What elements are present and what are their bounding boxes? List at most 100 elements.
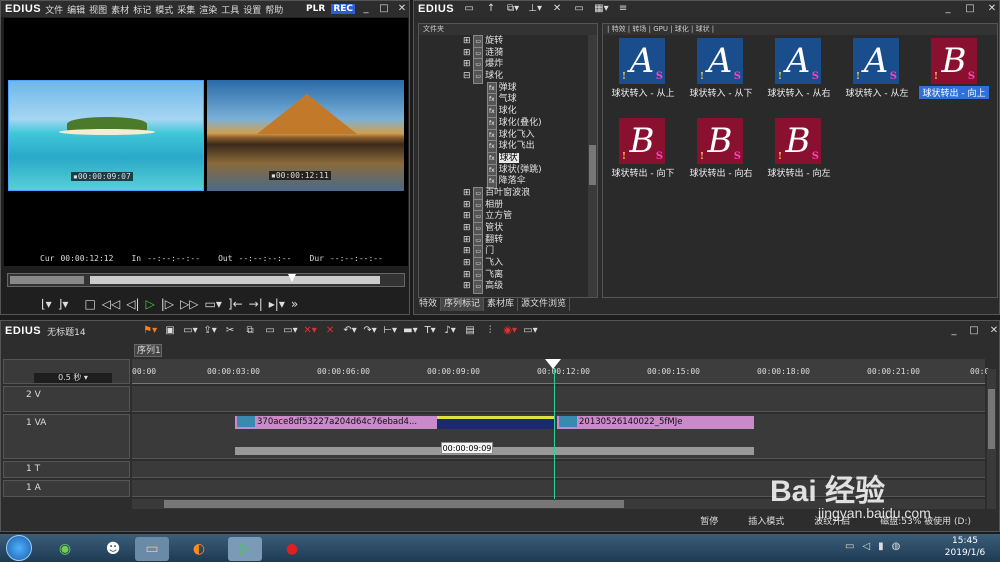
menu-help[interactable]: 帮助: [265, 3, 283, 16]
marker-icon[interactable]: ▬▾: [403, 325, 417, 337]
playhead-marker[interactable]: [288, 274, 296, 282]
save-icon[interactable]: ▣: [163, 325, 177, 337]
effect-label[interactable]: 球状转出 - 向下: [603, 166, 683, 179]
effect-thumb[interactable]: B! S: [619, 118, 665, 164]
scrub-bar[interactable]: [7, 273, 405, 287]
menu-mode[interactable]: 模式: [155, 3, 173, 16]
layout-icon[interactable]: ▭▾: [523, 325, 537, 337]
edius-taskbar-icon[interactable]: ▷: [228, 537, 262, 561]
track-2v[interactable]: [132, 386, 985, 412]
firefox-icon[interactable]: ◐: [182, 537, 216, 561]
rewind-icon[interactable]: ◁◁: [102, 297, 120, 311]
effect-label[interactable]: 球状转入 - 从左: [837, 86, 917, 99]
ruler[interactable]: 00:00 00:00:03:00 00:00:06:00 00:00:09:0…: [132, 359, 989, 384]
mixer-icon[interactable]: ▤: [463, 325, 477, 337]
menu-file[interactable]: 文件: [45, 3, 63, 16]
track-header-2v[interactable]: 2 V: [3, 386, 130, 412]
menu-edit[interactable]: 编辑: [67, 3, 85, 16]
tree-item[interactable]: fx 球化飞入: [463, 128, 597, 143]
effect-thumb[interactable]: B! S: [775, 118, 821, 164]
tab-effects[interactable]: 特效: [416, 298, 442, 311]
levels-icon[interactable]: ⫶: [483, 325, 497, 337]
render-icon[interactable]: ◉▾: [503, 325, 517, 337]
recorder-icon[interactable]: ●: [275, 537, 309, 561]
snap-icon[interactable]: ⊢▾: [383, 325, 397, 337]
qq-icon[interactable]: ☻: [96, 537, 130, 561]
plr-button[interactable]: PLR: [304, 4, 327, 14]
delete-clip-icon[interactable]: ✕▾: [303, 325, 317, 337]
clip-b[interactable]: 20130526140022_5fMJe: [557, 416, 754, 429]
tree-item[interactable]: ⊞ ▭ 旋转: [463, 35, 597, 49]
loop-icon[interactable]: ▭▾: [205, 297, 222, 311]
tree-item[interactable]: fx 球状(弹跳): [463, 163, 597, 178]
undo-icon[interactable]: ↶▾: [343, 325, 357, 337]
step-forward-icon[interactable]: |▷: [161, 297, 174, 311]
effect-thumb[interactable]: A! S: [853, 38, 899, 84]
track-1va[interactable]: 370ace8df53227a204d64c76ebad4... 2013052…: [132, 414, 985, 459]
timeline-close[interactable]: ✕: [987, 325, 1000, 337]
tree-item[interactable]: ⊞ ▭ 百叶窗波浪: [463, 186, 597, 201]
timeline-vscroll[interactable]: [987, 369, 996, 509]
timeline-scroll-thumb[interactable]: [164, 500, 624, 508]
tree-item[interactable]: ⊞ ▭ 翻转: [463, 233, 597, 248]
paste-icon[interactable]: ▭: [263, 325, 277, 337]
import-icon[interactable]: ▭▾: [183, 325, 197, 337]
folder-icon[interactable]: ▭: [462, 3, 476, 15]
tree-item[interactable]: ⊞ ▭ 高级: [463, 280, 597, 295]
stop-icon[interactable]: □: [84, 297, 95, 311]
playhead-marker-top[interactable]: [545, 359, 561, 369]
insert-icon[interactable]: ]←: [228, 297, 243, 311]
trim-icon[interactable]: ▸|▾: [269, 297, 285, 311]
effect-label[interactable]: 球状转入 - 从右: [759, 86, 839, 99]
clock[interactable]: 15:45 2019/1/6: [940, 535, 990, 559]
overwrite-icon[interactable]: →|: [249, 297, 263, 311]
play-icon[interactable]: ▷: [146, 297, 155, 311]
copy-icon[interactable]: ⧉▾: [506, 3, 520, 15]
sequence-tab[interactable]: 序列1: [134, 344, 162, 357]
scale-value[interactable]: 0.5 秒 ▾: [34, 373, 112, 383]
menu-render[interactable]: 渲染: [199, 3, 217, 16]
volume-icon[interactable]: ◁: [862, 541, 870, 552]
mic-icon[interactable]: ♪▾: [443, 325, 457, 337]
browser-minimize[interactable]: _: [941, 3, 955, 15]
effect-thumb[interactable]: A! S: [775, 38, 821, 84]
minimize-button[interactable]: _: [359, 3, 373, 15]
properties-icon[interactable]: ▭: [572, 3, 586, 15]
network-icon[interactable]: ▮: [878, 541, 884, 552]
effect-label[interactable]: 球状转入 - 从下: [681, 86, 761, 99]
tree-item-selected[interactable]: fx 球状: [463, 151, 597, 166]
set-out-icon[interactable]: ⌋▾: [58, 297, 69, 311]
close-button[interactable]: ✕: [395, 3, 409, 15]
list-icon[interactable]: ≡: [616, 3, 630, 15]
tree-item[interactable]: ⊞ ▭ 门: [463, 245, 597, 260]
browser-maximize[interactable]: □: [963, 3, 977, 15]
effect-thumb[interactable]: A! S: [619, 38, 665, 84]
ripple-delete-icon[interactable]: ✕: [323, 325, 337, 337]
tree-item[interactable]: ⊞ ▭ 飞离: [463, 268, 597, 283]
copy-clip-icon[interactable]: ⧉: [243, 325, 257, 337]
menu-settings[interactable]: 设置: [243, 3, 261, 16]
effect-thumb[interactable]: B! S: [697, 118, 743, 164]
tree-item[interactable]: ⊞ ▭ 爆炸: [463, 58, 597, 73]
export-icon[interactable]: ⇪▾: [203, 325, 217, 337]
tab-sequence-markers[interactable]: 序列标记: [441, 298, 485, 311]
tree-scrollbar[interactable]: [588, 35, 597, 297]
effect-thumb[interactable]: A! S: [697, 38, 743, 84]
app-360-icon[interactable]: ◉: [48, 537, 82, 561]
menu-capture[interactable]: 采集: [177, 3, 195, 16]
tree-item[interactable]: fx 降落伞: [463, 175, 597, 189]
tab-bin[interactable]: 素材库: [484, 298, 519, 311]
tree-item[interactable]: fx 气球: [463, 93, 597, 108]
keyboard-icon[interactable]: ▭: [845, 541, 854, 552]
jog-slider[interactable]: [10, 276, 84, 284]
tree-item[interactable]: ⊞ ▭ 飞入: [463, 257, 597, 271]
effect-label[interactable]: 球状转出 - 向右: [681, 166, 761, 179]
maximize-button[interactable]: □: [377, 3, 391, 15]
track-header-1va[interactable]: 1 VA: [3, 414, 130, 459]
tree-scroll-thumb[interactable]: [589, 145, 596, 185]
set-in-icon[interactable]: ⌊▾: [41, 297, 52, 311]
tree-item[interactable]: fx 球化飞出: [463, 140, 597, 154]
tree-item[interactable]: fx 球化: [463, 105, 597, 119]
step-back-icon[interactable]: ◁|: [126, 297, 139, 311]
effect-label-selected[interactable]: 球状转出 - 向上: [919, 86, 989, 99]
